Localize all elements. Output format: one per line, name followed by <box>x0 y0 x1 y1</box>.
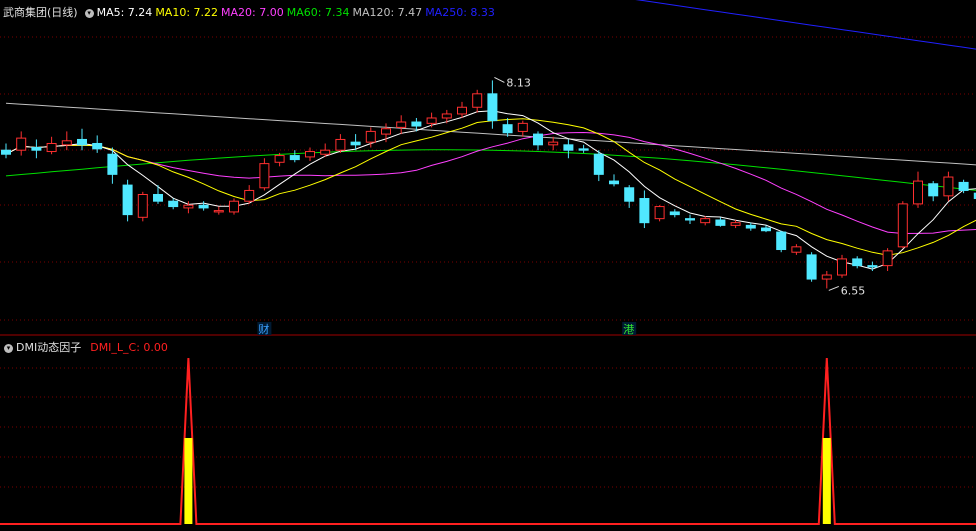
candle-body <box>1 149 11 155</box>
candle-body <box>472 93 483 108</box>
candle-body <box>183 204 194 209</box>
candle-body <box>517 122 528 132</box>
ma-label-0: MA5: 7.24 <box>96 6 153 19</box>
candle-body <box>867 265 878 268</box>
ma-label-5: MA250: 8.33 <box>425 6 495 19</box>
candle-body <box>730 222 741 226</box>
candle-body <box>31 147 42 151</box>
high-price-label: 8.13 <box>506 76 531 89</box>
candle-body <box>502 124 513 134</box>
marker-0: 财 <box>258 322 269 336</box>
candle-body <box>669 211 680 216</box>
ma-legend: MA5: 7.24 MA10: 7.22 MA20: 7.00 MA60: 7.34 M… <box>97 6 498 19</box>
candle-body <box>213 210 224 213</box>
candle-body <box>882 250 893 267</box>
candle-body <box>259 163 270 189</box>
candle-body <box>958 181 969 191</box>
candle-body <box>457 106 467 115</box>
candle-body <box>821 274 832 280</box>
stock-chart[interactable]: 8.13 6.55 财 港 <box>0 0 976 531</box>
candle-body <box>928 183 939 197</box>
candle-body <box>350 141 361 146</box>
candle-body <box>624 187 635 202</box>
candle-body <box>396 121 407 128</box>
ma-label-2: MA20: 7.00 <box>221 6 284 19</box>
candle-body <box>654 206 665 220</box>
ma-line-ma10 <box>5 118 976 256</box>
ma-label-4: MA120: 7.47 <box>352 6 423 19</box>
candle-body <box>563 144 574 151</box>
candle-body <box>943 176 954 197</box>
low-price-label: 6.55 <box>841 284 866 297</box>
candle-body <box>320 149 331 155</box>
dmi-indicator-label: DMI_L_C: 0.00 <box>90 341 168 354</box>
candle-body <box>137 193 148 218</box>
ma-label-1: MA10: 7.22 <box>155 6 219 19</box>
candle-body <box>107 153 118 175</box>
candle-body <box>548 141 559 146</box>
candle-body <box>593 153 604 175</box>
candle-body <box>61 140 72 146</box>
high-pointer <box>494 76 505 83</box>
marker-1: 港 <box>623 323 634 336</box>
settings-toggle-icon[interactable]: ▾ <box>84 9 94 18</box>
candle-body <box>441 113 452 119</box>
candle-body <box>77 138 87 146</box>
candle-body <box>487 93 498 122</box>
candle-body <box>274 155 285 163</box>
candle-body <box>852 258 863 267</box>
candle-body <box>897 203 908 248</box>
candle-body <box>289 155 300 161</box>
candle-body <box>700 218 711 224</box>
ma-line-ma20 <box>5 131 976 235</box>
candle-body <box>745 224 756 229</box>
candle-body <box>806 254 817 280</box>
candle-body <box>46 142 57 153</box>
stock-title: 武商集团(日线) <box>3 6 78 19</box>
candle-body <box>365 130 376 143</box>
candle-body <box>16 137 27 151</box>
candle-body <box>122 184 133 216</box>
candle-body <box>639 198 650 224</box>
sub-settings-toggle-icon[interactable]: ▾ <box>4 344 13 353</box>
candle-body <box>913 180 923 205</box>
candle-body <box>609 180 619 185</box>
candle-body <box>198 204 209 209</box>
candle-body <box>92 142 103 150</box>
candle-body <box>305 151 315 158</box>
candle-body <box>837 258 847 276</box>
candle-body <box>533 133 543 146</box>
candle-body <box>168 200 179 208</box>
candle-body <box>791 246 802 253</box>
candle-body <box>153 193 163 202</box>
main-panel-header: 武商集团(日线) ▾ MA5: 7.24 MA10: 7.22 MA20: 7.00 MA… <box>0 4 501 20</box>
candle-body <box>244 189 255 202</box>
candle-body <box>426 117 437 124</box>
candle-body <box>776 231 787 251</box>
sub-panel-title: DMI动态因子 <box>16 341 82 354</box>
candle-body <box>715 219 726 226</box>
candle-body <box>229 200 239 213</box>
dmi-signal-bar-0 <box>184 438 193 524</box>
candle-body <box>761 227 771 232</box>
dmi-signal-bar-1 <box>822 438 831 524</box>
candle-body <box>578 148 589 151</box>
candle-body <box>685 218 695 221</box>
candle-body <box>335 138 346 151</box>
candle-body <box>381 128 391 135</box>
ma-label-3: MA60: 7.34 <box>286 6 350 19</box>
sub-panel-header: ▾ DMI动态因子 DMI_L_C: 0.00 <box>0 339 171 355</box>
low-pointer <box>828 285 839 291</box>
candle-body <box>411 121 422 127</box>
